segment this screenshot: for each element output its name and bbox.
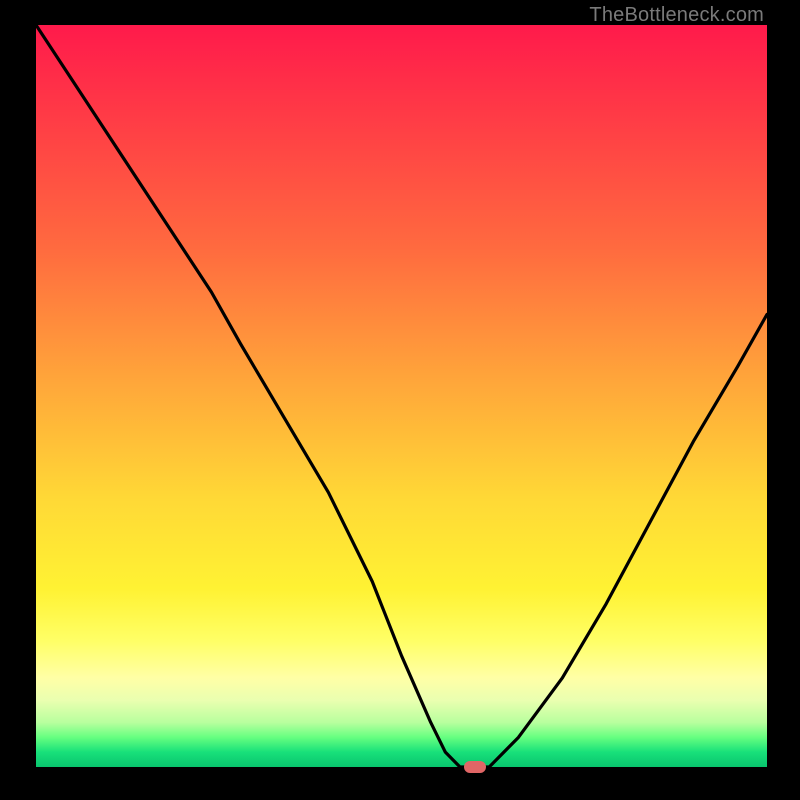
optimal-point-marker xyxy=(464,761,486,773)
bottleneck-curve xyxy=(36,25,767,767)
watermark-text: TheBottleneck.com xyxy=(589,4,764,27)
chart-frame: TheBottleneck.com xyxy=(0,0,800,800)
plot-area xyxy=(36,25,767,767)
